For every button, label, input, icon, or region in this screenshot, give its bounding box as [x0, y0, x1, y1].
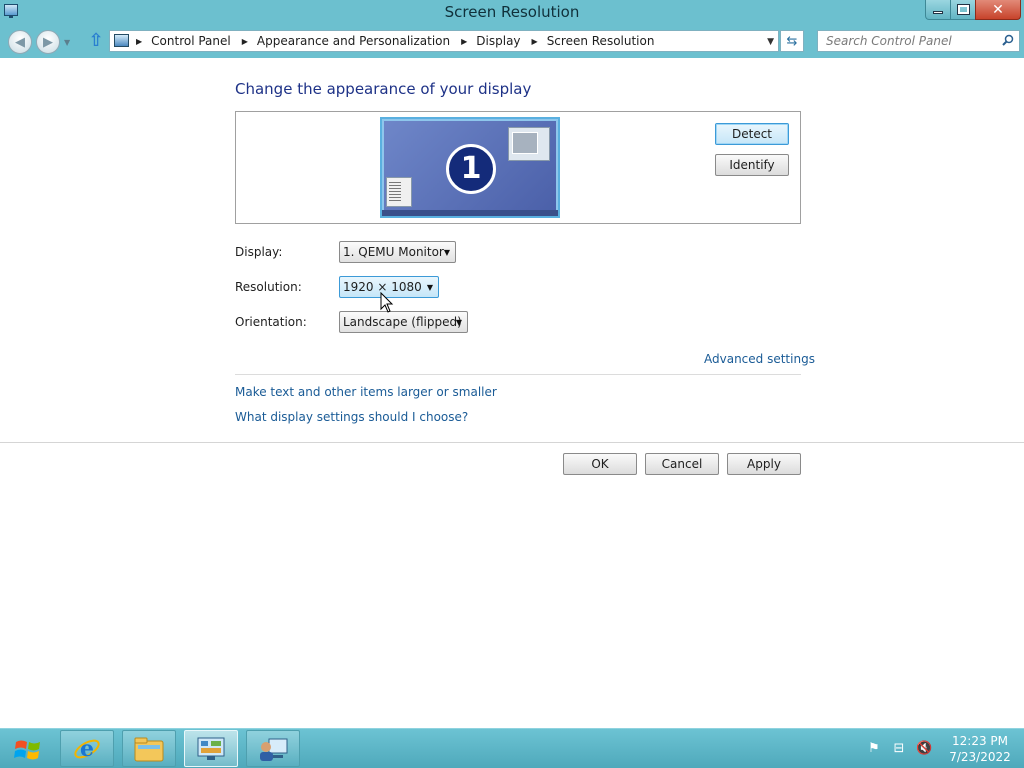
- minimize-icon: [933, 11, 943, 14]
- main-content: Change the appearance of your display 1 …: [0, 58, 1024, 728]
- window-title: Screen Resolution: [444, 3, 580, 21]
- up-arrow-icon: ⇧: [88, 30, 104, 51]
- title-bar: Screen Resolution ✕: [0, 0, 1024, 26]
- orientation-select[interactable]: Landscape (flipped) ▼: [339, 311, 468, 333]
- chevron-down-icon: ▼: [443, 248, 450, 257]
- display-select-value: 1. QEMU Monitor: [343, 245, 444, 259]
- refresh-button[interactable]: ⇆: [780, 30, 804, 52]
- svg-text:e: e: [80, 736, 94, 762]
- start-button[interactable]: [6, 733, 50, 767]
- divider: [235, 374, 801, 375]
- breadcrumb-control-panel[interactable]: Control Panel: [151, 34, 231, 48]
- chevron-right-icon[interactable]: ▶: [532, 37, 538, 46]
- monitor-number-badge: 1: [446, 144, 496, 194]
- taskbar-internet-explorer[interactable]: e: [60, 730, 114, 767]
- back-arrow-icon: ◀: [15, 34, 25, 50]
- restore-icon: [956, 4, 970, 15]
- action-center-flag-icon[interactable]: ⚑: [866, 741, 882, 757]
- control-panel-icon: [114, 34, 129, 47]
- display-label: Display:: [235, 245, 283, 259]
- taskbar-thumbnail: [382, 210, 558, 216]
- up-button[interactable]: ⇧: [86, 32, 106, 52]
- ok-button[interactable]: OK: [563, 453, 637, 475]
- forward-arrow-icon: ▶: [43, 34, 53, 50]
- breadcrumb-appearance[interactable]: Appearance and Personalization: [257, 34, 450, 48]
- breadcrumb-screen-resolution[interactable]: Screen Resolution: [547, 34, 655, 48]
- search-input[interactable]: [818, 31, 998, 51]
- volume-muted-icon[interactable]: 🔇: [916, 741, 932, 757]
- monitor-1-thumbnail[interactable]: 1: [380, 117, 560, 218]
- breadcrumb: ▶ Control Panel ▶ Appearance and Persona…: [136, 34, 665, 48]
- address-dropdown-icon[interactable]: ▼: [767, 37, 774, 47]
- orientation-select-value: Landscape (flipped): [343, 315, 462, 329]
- display-help-link[interactable]: What display settings should I choose?: [235, 410, 468, 424]
- display-select[interactable]: 1. QEMU Monitor ▼: [339, 241, 456, 263]
- clock-date: 7/23/2022: [949, 750, 1011, 764]
- chevron-right-icon[interactable]: ▶: [136, 37, 142, 46]
- forward-button[interactable]: ▶: [36, 30, 60, 54]
- address-bar[interactable]: ▶ Control Panel ▶ Appearance and Persona…: [109, 30, 779, 52]
- breadcrumb-display[interactable]: Display: [476, 34, 520, 48]
- chevron-down-icon: ▼: [455, 318, 462, 327]
- window-thumbnail: [386, 177, 412, 207]
- advanced-settings-link[interactable]: Advanced settings: [704, 352, 815, 366]
- control-panel-icon: [197, 737, 225, 760]
- text-size-link[interactable]: Make text and other items larger or smal…: [235, 385, 497, 399]
- file-explorer-icon: [134, 737, 164, 761]
- chevron-right-icon[interactable]: ▶: [461, 37, 467, 46]
- taskbar-network-connections[interactable]: [246, 730, 300, 767]
- internet-explorer-icon: e: [74, 736, 100, 762]
- chevron-down-icon: ▼: [426, 283, 433, 292]
- network-icon: [260, 738, 288, 761]
- taskbar: e ⚑ ⊟ 🔇 12:23 PM 7/23/2022: [0, 728, 1024, 768]
- mouse-pointer-icon: [380, 292, 394, 313]
- search-box[interactable]: [817, 30, 1020, 52]
- taskbar-control-panel[interactable]: [184, 730, 238, 767]
- page-title: Change the appearance of your display: [235, 80, 532, 98]
- refresh-icon: ⇆: [786, 33, 798, 49]
- back-button[interactable]: ◀: [8, 30, 32, 54]
- divider: [0, 442, 1024, 443]
- maximize-button[interactable]: [950, 0, 976, 20]
- chevron-right-icon[interactable]: ▶: [242, 37, 248, 46]
- taskbar-file-explorer[interactable]: [122, 730, 176, 767]
- resolution-label: Resolution:: [235, 280, 302, 294]
- clock-time: 12:23 PM: [952, 734, 1008, 748]
- close-button[interactable]: ✕: [975, 0, 1021, 20]
- recent-locations-dropdown[interactable]: ▼: [64, 38, 70, 47]
- system-clock[interactable]: 12:23 PM 7/23/2022: [940, 733, 1020, 765]
- orientation-label: Orientation:: [235, 315, 307, 329]
- identify-button[interactable]: Identify: [715, 154, 789, 176]
- navigation-bar: ◀ ▶ ▼ ⇧ ▶ Control Panel ▶ Appearance and…: [0, 26, 1024, 58]
- close-icon: ✕: [992, 1, 1004, 18]
- apply-button[interactable]: Apply: [727, 453, 801, 475]
- minimize-button[interactable]: [925, 0, 951, 20]
- cancel-button[interactable]: Cancel: [645, 453, 719, 475]
- detect-button[interactable]: Detect: [715, 123, 789, 145]
- search-icon[interactable]: [1002, 34, 1014, 46]
- windows-logo-icon: [14, 740, 40, 760]
- window-thumbnail: [508, 127, 550, 161]
- monitor-arrangement-panel: 1 Detect Identify: [235, 111, 801, 224]
- network-tray-icon[interactable]: ⊟: [891, 741, 907, 757]
